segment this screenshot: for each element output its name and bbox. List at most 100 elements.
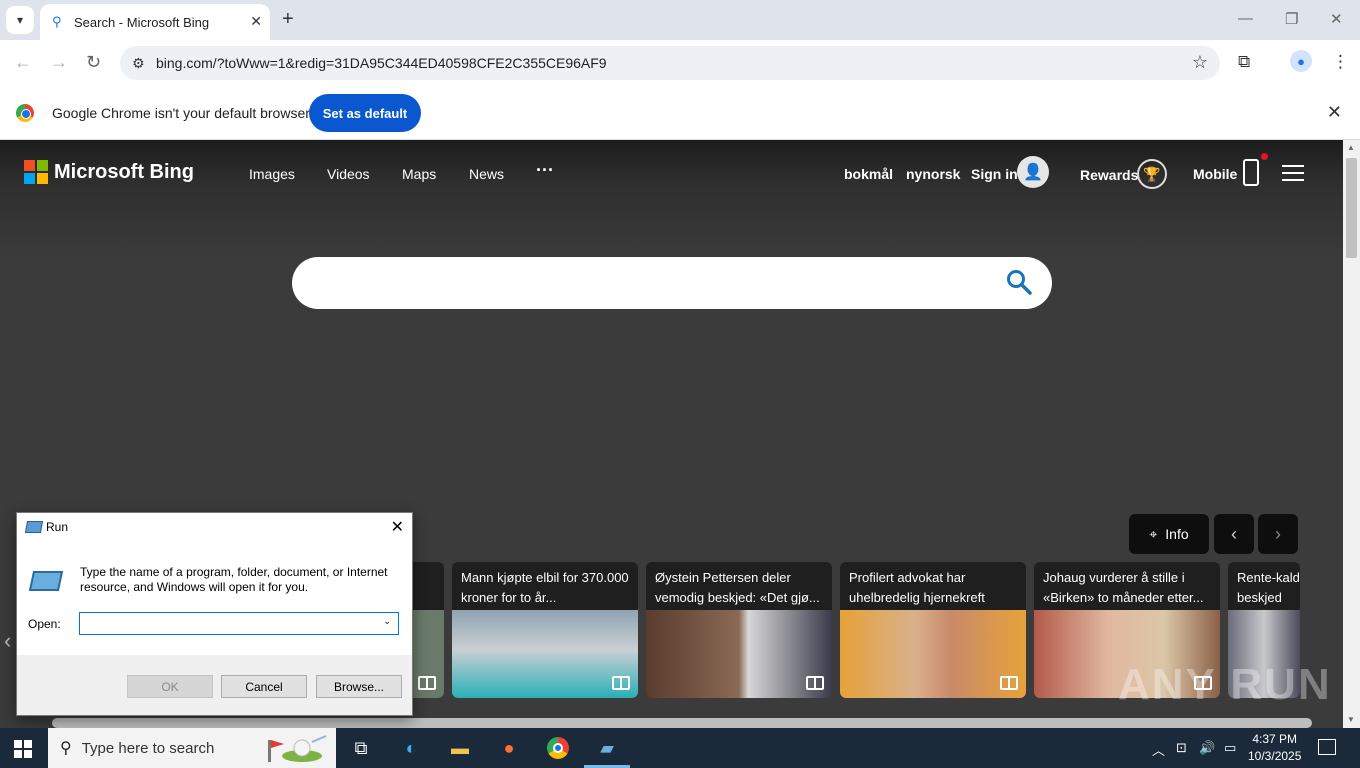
- volume-icon[interactable]: 🔊: [1199, 740, 1215, 756]
- edge-icon[interactable]: ◐: [398, 736, 424, 760]
- url-text[interactable]: bing.com/?toWww=1&redig=31DA95C344ED4059…: [156, 55, 607, 71]
- input-indicator-icon[interactable]: ▭: [1224, 740, 1236, 756]
- chevron-down-icon: ▾: [16, 13, 24, 27]
- page-scrollbar[interactable]: ▲ ▼: [1343, 140, 1360, 728]
- taskbar-clock[interactable]: 4:37 PM 10/3/2025: [1248, 731, 1301, 765]
- nav-more-icon[interactable]: ···: [536, 160, 554, 181]
- read-icon: [612, 676, 630, 690]
- run-program-icon: [28, 571, 64, 591]
- browser-toolbar: ← → ↻ ⚙ bing.com/?toWww=1&redig=31DA95C3…: [0, 40, 1360, 86]
- run-app-icon: [24, 521, 44, 533]
- hamburger-menu-icon[interactable]: [1282, 165, 1304, 181]
- extensions-icon[interactable]: ⧉: [1238, 52, 1250, 72]
- nav-maps[interactable]: Maps: [402, 166, 436, 182]
- run-taskbar-icon[interactable]: ▰: [594, 736, 620, 760]
- news-card-image: [452, 610, 638, 698]
- lang-nynorsk[interactable]: nynorsk: [906, 166, 960, 182]
- new-tab-button[interactable]: +: [282, 8, 294, 31]
- infobar-close-icon[interactable]: ✕: [1327, 102, 1342, 123]
- news-card-title: Rente-kald beskjed: [1237, 570, 1300, 605]
- scrollbar-thumb[interactable]: [1346, 158, 1357, 258]
- open-label: Open:: [28, 617, 61, 631]
- network-icon[interactable]: ⊡: [1176, 740, 1187, 756]
- scroll-down-icon[interactable]: ▼: [1347, 715, 1355, 724]
- tab-bing[interactable]: ⚲ Search - Microsoft Bing ✕: [40, 4, 270, 40]
- task-view-icon[interactable]: ⧉: [348, 736, 374, 760]
- back-button[interactable]: ←: [14, 52, 32, 73]
- news-card-image: [646, 610, 832, 698]
- carousel-left-icon[interactable]: ‹: [4, 628, 11, 654]
- taskbar-search-placeholder: Type here to search: [81, 739, 215, 757]
- file-explorer-icon[interactable]: ▬: [447, 736, 473, 760]
- next-image-button[interactable]: ›: [1258, 514, 1298, 554]
- news-card[interactable]: Profilert advokat har uhelbredelig hjern…: [840, 562, 1026, 698]
- news-card-title: Johaug vurderer å stille i «Birken» to m…: [1043, 570, 1204, 605]
- nav-videos[interactable]: Videos: [327, 166, 370, 182]
- maximize-button[interactable]: ❐: [1285, 10, 1298, 28]
- tab-title: Search - Microsoft Bing: [74, 14, 210, 30]
- clock-time: 4:37 PM: [1252, 732, 1298, 746]
- scroll-up-icon[interactable]: ▲: [1347, 143, 1355, 152]
- chrome-taskbar-icon[interactable]: [545, 736, 571, 760]
- firefox-icon[interactable]: ●: [496, 736, 522, 760]
- minimize-button[interactable]: —: [1238, 10, 1253, 27]
- tab-search-button[interactable]: ▾: [6, 6, 34, 34]
- notification-dot: [1261, 153, 1268, 160]
- infobar-message: Google Chrome isn't your default browser: [52, 105, 310, 121]
- run-body: Type the name of a program, folder, docu…: [17, 543, 412, 655]
- prev-image-button[interactable]: ‹: [1214, 514, 1254, 554]
- nav-images[interactable]: Images: [249, 166, 295, 182]
- search-input[interactable]: [292, 257, 1052, 309]
- carousel-scrollbar[interactable]: [52, 718, 1312, 728]
- forward-button[interactable]: →: [50, 52, 68, 73]
- set-as-default-button[interactable]: Set as default: [309, 94, 421, 132]
- tab-close-icon[interactable]: ✕: [250, 13, 262, 30]
- close-window-button[interactable]: ✕: [1330, 10, 1343, 28]
- rewards-link[interactable]: Rewards: [1080, 167, 1138, 183]
- reload-button[interactable]: ↻: [86, 52, 101, 73]
- default-browser-infobar: Google Chrome isn't your default browser…: [0, 86, 1360, 140]
- clock-date: 10/3/2025: [1248, 749, 1302, 763]
- windows-start-icon[interactable]: [14, 740, 32, 758]
- run-titlebar[interactable]: Run ✕: [17, 513, 412, 543]
- read-icon: [1000, 676, 1018, 690]
- profile-avatar-icon[interactable]: ●: [1290, 50, 1312, 72]
- lang-bokmal[interactable]: bokmål: [844, 166, 893, 182]
- site-info-icon[interactable]: ⚙: [132, 55, 150, 72]
- mobile-link[interactable]: Mobile: [1193, 166, 1237, 182]
- news-card-image: [840, 610, 1026, 698]
- news-card[interactable]: Mann kjøpte elbil for 370.000 kroner for…: [452, 562, 638, 698]
- nav-news[interactable]: News: [469, 166, 504, 182]
- browse-button[interactable]: Browse...: [316, 675, 402, 698]
- sign-in-link[interactable]: Sign in: [971, 166, 1018, 182]
- news-card-title: Profilert advokat har uhelbredelig hjern…: [849, 570, 985, 605]
- search-favicon-icon: ⚲: [52, 14, 62, 29]
- location-pin-icon: ⌖: [1149, 525, 1158, 542]
- bing-logo[interactable]: Microsoft Bing: [24, 160, 194, 184]
- golf-search-highlight-icon[interactable]: [268, 732, 328, 764]
- open-input[interactable]: [79, 612, 399, 635]
- ok-button[interactable]: OK: [127, 675, 213, 698]
- search-icon: ⚲: [60, 740, 72, 757]
- cancel-button[interactable]: Cancel: [221, 675, 307, 698]
- run-dialog: Run ✕ Type the name of a program, folder…: [16, 512, 413, 716]
- address-bar[interactable]: ⚙ bing.com/?toWww=1&redig=31DA95C344ED40…: [120, 46, 1220, 80]
- image-info-button[interactable]: ⌖ Info: [1129, 514, 1209, 554]
- microsoft-logo-icon: [24, 160, 48, 184]
- info-label: Info: [1165, 526, 1189, 542]
- run-close-icon[interactable]: ✕: [391, 517, 404, 537]
- phone-icon[interactable]: [1243, 159, 1259, 186]
- run-title: Run: [46, 520, 69, 534]
- user-avatar-icon[interactable]: 👤: [1017, 156, 1049, 188]
- taskbar: ⚲ Type here to search ⧉ ◐ ▬ ● ▰ ︿ ⊡ 🔊 ▭ …: [0, 728, 1360, 768]
- menu-kebab-icon[interactable]: ⋮: [1332, 52, 1349, 72]
- bookmark-star-icon[interactable]: ☆: [1192, 52, 1208, 73]
- trophy-icon[interactable]: 🏆: [1137, 159, 1167, 189]
- news-card[interactable]: Øystein Pettersen deler vemodig beskjed:…: [646, 562, 832, 698]
- notification-center-icon[interactable]: [1318, 739, 1336, 755]
- brand-name: Microsoft Bing: [54, 160, 194, 183]
- news-card-title: Øystein Pettersen deler vemodig beskjed:…: [655, 570, 820, 605]
- search-icon[interactable]: [1006, 269, 1032, 295]
- dropdown-chevron-icon[interactable]: ⌄: [383, 616, 391, 627]
- tray-chevron-icon[interactable]: ︿: [1152, 740, 1165, 759]
